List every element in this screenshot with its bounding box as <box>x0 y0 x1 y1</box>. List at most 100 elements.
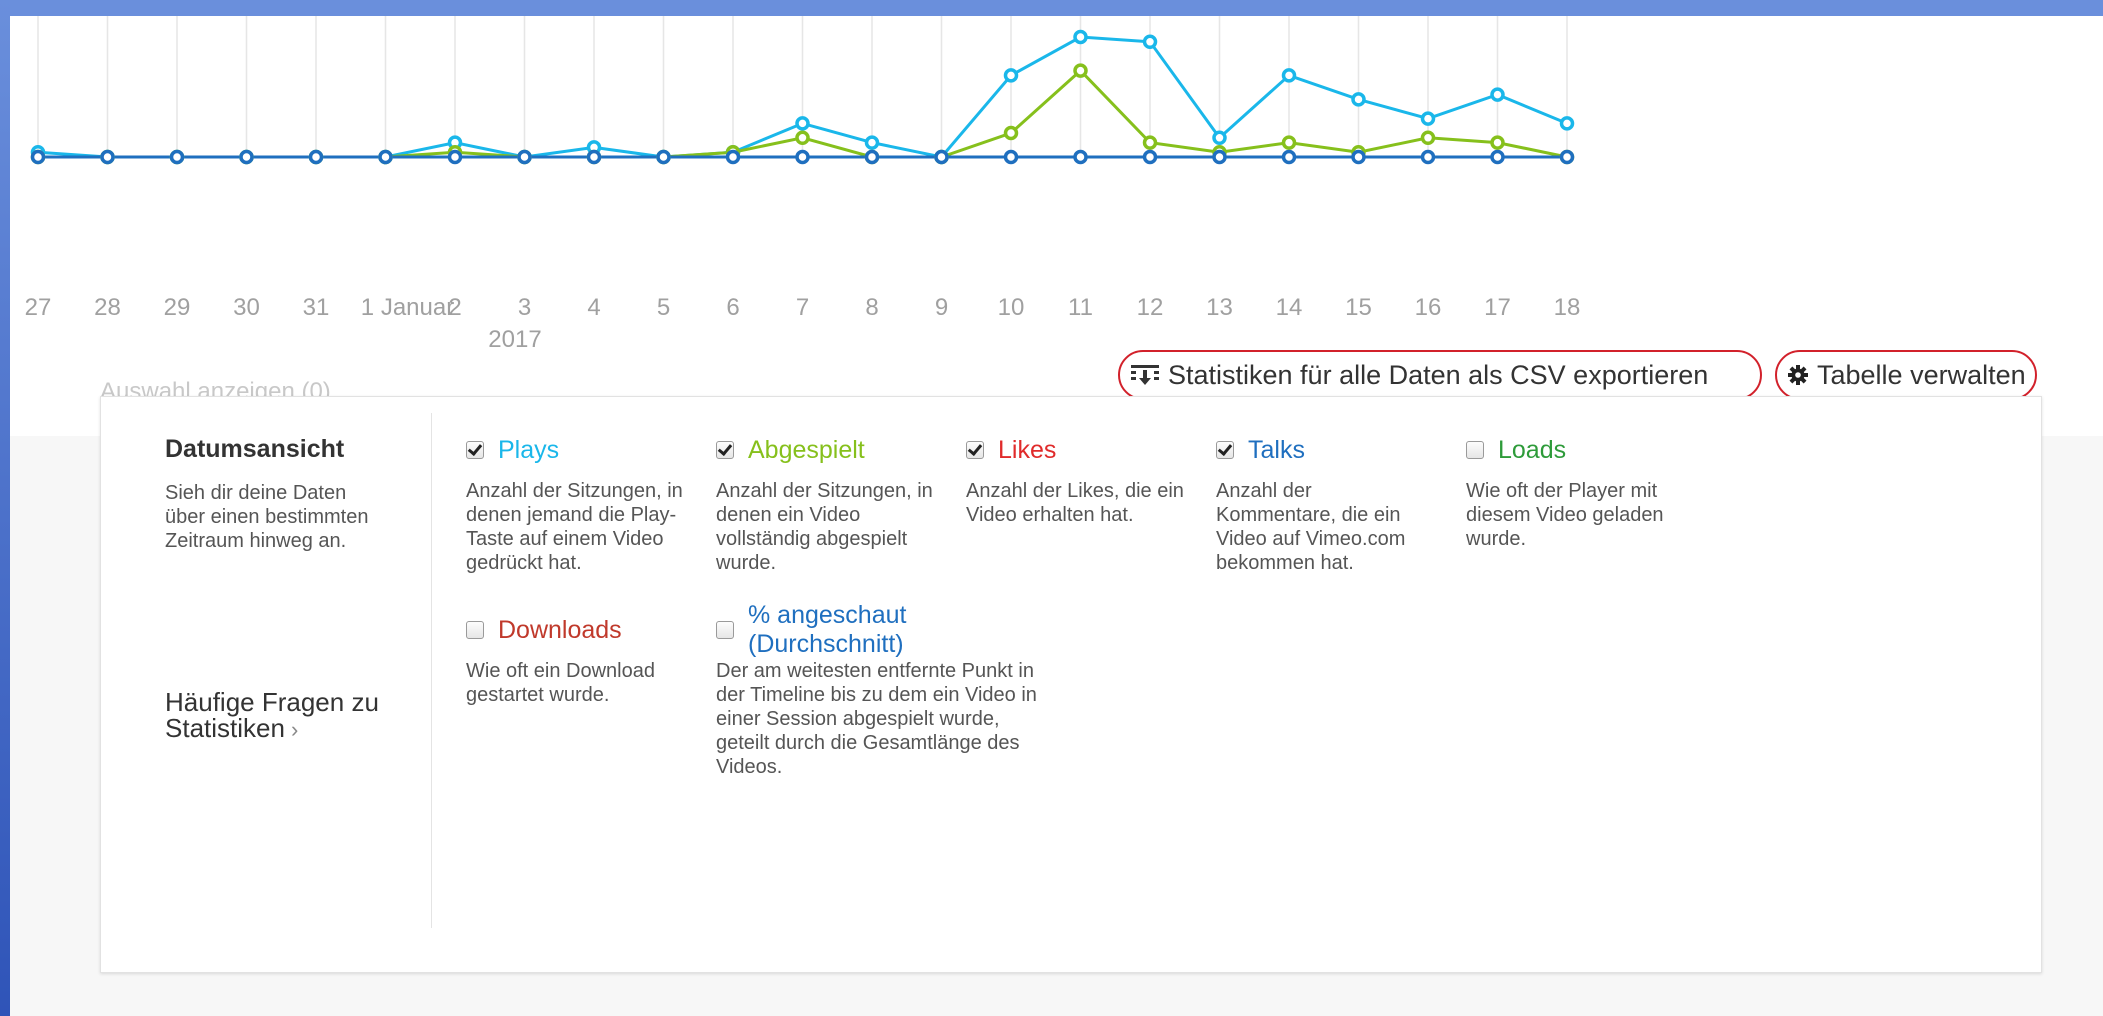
metric-plays: Plays Anzahl der Sitzungen, in denen jema… <box>466 435 686 575</box>
stats-page: 27 28 29 30 31 1 Januar 2 3 4 5 6 7 8 9 10 11 12 13 14 15 16… <box>10 16 2103 1016</box>
data-point[interactable] <box>447 149 463 165</box>
export-csv-label: Statistiken für alle Daten als CSV expor… <box>1168 359 1709 390</box>
data-point[interactable] <box>1142 34 1158 50</box>
data-point[interactable] <box>30 149 46 165</box>
metric-checkbox-loads[interactable] <box>1466 441 1484 459</box>
metric-header: Plays <box>466 435 686 465</box>
export-csv-button[interactable]: Statistiken für alle Daten als CSV expor… <box>1118 350 1762 400</box>
data-point[interactable] <box>795 130 810 146</box>
metric-label[interactable]: Abgespielt <box>748 436 865 465</box>
x-tick-label: 16 <box>1414 294 1442 321</box>
x-tick-label: 30 <box>233 294 260 321</box>
data-point[interactable] <box>1003 149 1019 165</box>
x-tick-label: 4 <box>587 294 601 321</box>
data-point[interactable] <box>1142 135 1158 150</box>
data-point[interactable] <box>795 116 810 131</box>
data-point[interactable] <box>1142 149 1158 165</box>
metric-abgespielt: Abgespielt Anzahl der Sitzungen, in denen… <box>716 435 936 575</box>
x-tick-label: 27 <box>24 294 52 321</box>
data-point[interactable] <box>725 149 741 165</box>
faq-link[interactable]: Häufige Fragen zu Statistiken › <box>165 689 405 743</box>
metric-description: Anzahl der Likes, die ein Video erhalten… <box>966 480 1184 526</box>
data-point[interactable] <box>1490 87 1505 102</box>
metric-label[interactable]: % angeschaut (Durchschnitt) <box>748 601 1046 659</box>
metric-header: % angeschaut (Durchschnitt) <box>716 601 1046 658</box>
metric-header: Downloads <box>466 615 686 645</box>
x-tick-label: 13 <box>1206 294 1233 321</box>
data-point[interactable] <box>1420 111 1436 126</box>
metric-label[interactable]: Talks <box>1248 436 1305 465</box>
x-tick-label: 8 <box>865 294 879 321</box>
metric-label[interactable]: Likes <box>998 436 1056 465</box>
metric-checkbox-downloads[interactable] <box>466 621 484 639</box>
faq-link-label: Häufige Fragen zu Statistiken <box>165 687 379 743</box>
data-point[interactable] <box>1281 149 1297 165</box>
metric-angeschaut-durchschnitt: % angeschaut (Durchschnitt) Der am weites… <box>716 601 1046 779</box>
data-point[interactable] <box>1559 149 1575 165</box>
metric-header: Abgespielt <box>716 435 936 465</box>
metric-label[interactable]: Plays <box>498 436 559 465</box>
date-view-description: Sieh dir deine Daten über einen bestimmt… <box>165 482 369 552</box>
x-tick-label: 6 <box>726 294 740 321</box>
x-tick-label: 9 <box>934 294 949 321</box>
data-point[interactable] <box>1073 29 1088 45</box>
metric-checkbox-angeschaut-durchschnitt[interactable] <box>716 621 734 639</box>
manage-table-button[interactable]: Tabelle verwalten <box>1775 350 2037 400</box>
data-point[interactable] <box>1073 149 1088 165</box>
data-point[interactable] <box>1351 149 1366 165</box>
data-point[interactable] <box>169 149 185 165</box>
metric-description: Anzahl der Sitzungen, in denen ein Video… <box>716 480 933 574</box>
metric-downloads: Downloads Wie oft ein Download gestartet … <box>466 615 686 707</box>
date-view-column: Datumsansicht Sieh dir deine Daten über … <box>101 397 431 972</box>
metric-label[interactable]: Loads <box>1498 436 1566 465</box>
data-point[interactable] <box>1003 68 1019 83</box>
data-point[interactable] <box>100 149 115 165</box>
column-divider <box>431 413 432 928</box>
export-table-icon <box>1131 365 1159 385</box>
data-point[interactable] <box>1420 149 1436 165</box>
data-point[interactable] <box>934 149 949 165</box>
data-point[interactable] <box>517 149 532 165</box>
metric-checkbox-likes[interactable] <box>966 441 984 459</box>
data-point[interactable] <box>1003 125 1019 141</box>
gear-icon <box>1788 365 1808 385</box>
data-point[interactable] <box>308 149 324 165</box>
metric-talks: Talks Anzahl der Kommentare, die ein Vide… <box>1216 435 1436 575</box>
data-point[interactable] <box>795 149 810 165</box>
data-point[interactable] <box>586 149 602 165</box>
x-tick-label: 14 <box>1275 294 1303 321</box>
metric-checkbox-abgespielt[interactable] <box>716 441 734 459</box>
data-point[interactable] <box>656 149 671 165</box>
metric-label[interactable]: Downloads <box>498 616 622 645</box>
data-point[interactable] <box>1073 63 1088 78</box>
data-point[interactable] <box>1490 149 1505 165</box>
data-point[interactable] <box>1351 92 1366 107</box>
data-point[interactable] <box>1420 130 1436 146</box>
data-point[interactable] <box>378 149 393 165</box>
data-point[interactable] <box>1212 149 1227 165</box>
x-axis-year-label: 2017 <box>488 326 542 353</box>
data-point[interactable] <box>239 149 254 165</box>
x-tick-label: 11 <box>1068 294 1093 321</box>
data-point[interactable] <box>864 135 880 150</box>
x-tick-label: 28 <box>94 294 121 321</box>
data-point[interactable] <box>1212 130 1227 146</box>
screenshot-frame-left <box>0 0 10 1016</box>
metric-description: Wie oft der Player mit diesem Video gela… <box>1466 480 1664 550</box>
metric-checkbox-plays[interactable] <box>466 441 484 459</box>
metric-header: Loads <box>1466 435 1686 465</box>
x-tick-label: 2 <box>448 294 462 321</box>
x-tick-label: 31 <box>302 294 330 321</box>
x-tick-label: 10 <box>997 294 1025 321</box>
x-tick-label: 29 <box>163 294 191 321</box>
data-point[interactable] <box>1281 68 1297 83</box>
data-point[interactable] <box>1559 116 1575 131</box>
metric-description: Wie oft ein Download gestartet wurde. <box>466 660 655 706</box>
data-point[interactable] <box>1281 135 1297 150</box>
data-point[interactable] <box>1490 135 1505 150</box>
x-tick-label: 15 <box>1345 294 1372 321</box>
metric-checkbox-talks[interactable] <box>1216 441 1234 459</box>
line-chart: 27 28 29 30 31 1 Januar 2 3 4 5 6 7 8 9 10 11 12 13 14 15 16… <box>10 16 2103 436</box>
metric-header: Talks <box>1216 435 1436 465</box>
data-point[interactable] <box>864 149 880 165</box>
